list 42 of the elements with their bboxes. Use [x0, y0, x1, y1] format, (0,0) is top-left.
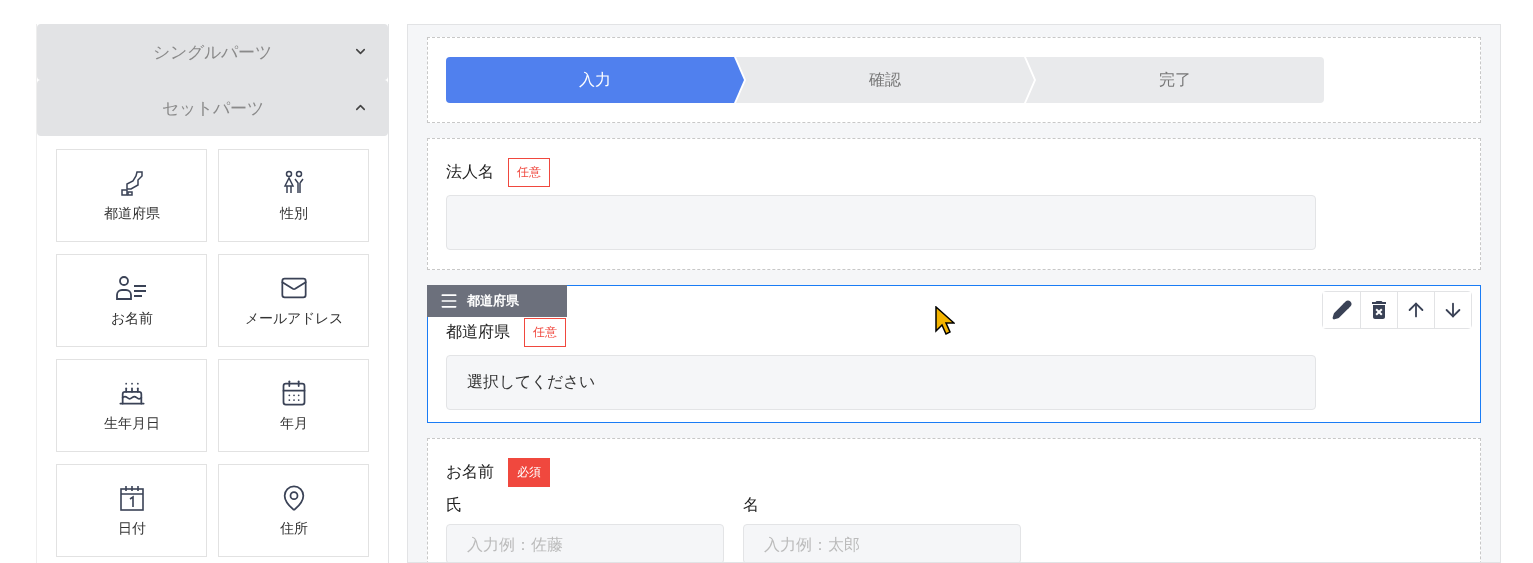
part-tile[interactable]: 生年月日 — [56, 359, 207, 452]
part-tile[interactable]: お名前 — [56, 254, 207, 347]
move-down-button[interactable] — [1434, 292, 1471, 328]
input-field[interactable]: 入力例：佐藤 — [446, 524, 724, 562]
part-label: 住所 — [279, 519, 308, 538]
part-tile[interactable]: メールアドレス — [218, 254, 369, 347]
form-block[interactable]: お名前 必須 氏 入力例：佐藤 名 入力例：太郎 — [427, 438, 1481, 562]
step: 入力 — [446, 57, 744, 103]
part-label: 都道府県 — [103, 204, 160, 223]
part-label: 性別 — [279, 204, 308, 223]
cursor-icon — [935, 306, 955, 336]
part-label: メールアドレス — [244, 309, 343, 328]
part-label: お名前 — [110, 309, 153, 328]
part-label: 日付 — [117, 519, 146, 538]
part-tile[interactable]: 性別 — [218, 149, 369, 242]
part-tile[interactable]: 住所 — [218, 464, 369, 557]
select-field[interactable]: 選択してください — [446, 355, 1316, 410]
step: 完了 — [1026, 57, 1324, 103]
person-list-icon — [114, 273, 149, 302]
handle-label: 都道府県 — [467, 292, 519, 310]
step: 確認 — [736, 57, 1034, 103]
part-tile[interactable]: 都道府県 — [56, 149, 207, 242]
field-label: お名前 — [446, 462, 494, 483]
menu-icon — [439, 291, 459, 311]
field-label: 法人名 — [446, 162, 494, 183]
input-field[interactable]: 入力例：太郎 — [743, 524, 1021, 562]
drag-handle[interactable]: 都道府県 — [427, 285, 567, 317]
part-tile[interactable]: 日付 — [56, 464, 207, 557]
calendar-day-icon — [117, 483, 146, 512]
pencil-icon — [1331, 300, 1352, 320]
optional-badge: 任意 — [524, 318, 566, 347]
part-tile[interactable]: 年月 — [218, 359, 369, 452]
field-label: 都道府県 — [446, 322, 510, 343]
required-badge: 必須 — [508, 458, 550, 487]
form-block[interactable]: 法人名 任意 — [427, 138, 1481, 270]
text-field[interactable] — [446, 195, 1316, 250]
part-label: 生年月日 — [103, 414, 160, 433]
form-block[interactable]: 都道府県 都道府県 任意 選択してください — [427, 285, 1481, 423]
part-label: 年月 — [279, 414, 308, 433]
field-label: 名 — [743, 495, 760, 516]
optional-badge: 任意 — [508, 158, 550, 187]
field-label: 氏 — [446, 495, 463, 516]
